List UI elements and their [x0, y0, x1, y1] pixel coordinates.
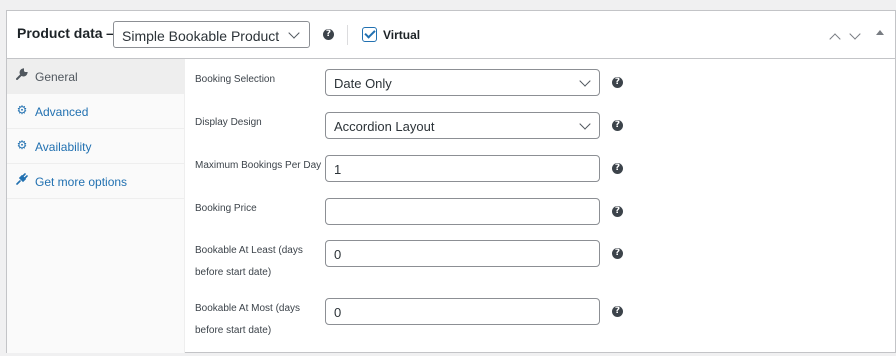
max-bookings-value: 1: [334, 162, 342, 177]
booking-price-input[interactable]: [325, 198, 600, 225]
help-icon[interactable]: ?: [612, 248, 623, 259]
bookable-least-value: 0: [334, 247, 342, 262]
display-design-select[interactable]: Accordion Layout: [325, 112, 600, 139]
product-type-select[interactable]: Simple Bookable Product: [113, 21, 310, 48]
display-design-label: Display Design: [195, 117, 262, 128]
help-icon[interactable]: ?: [612, 163, 623, 174]
move-up-icon[interactable]: [829, 33, 841, 45]
help-icon[interactable]: ?: [612, 306, 623, 317]
product-data-panel: Product data — Simple Bookable Product ?…: [6, 10, 896, 353]
display-design-value: Accordion Layout: [334, 119, 435, 134]
booking-selection-select[interactable]: Date Only: [325, 69, 600, 96]
virtual-checkbox[interactable]: [362, 27, 377, 42]
booking-selection-value: Date Only: [334, 76, 392, 91]
bookable-most-value: 0: [334, 305, 342, 320]
help-icon[interactable]: ?: [323, 29, 334, 40]
panel-header: Product data — Simple Bookable Product ?…: [7, 11, 895, 59]
tab-availability-label: Availability: [35, 140, 92, 154]
bookable-least-input[interactable]: 0: [325, 240, 600, 267]
chevron-down-icon: [579, 118, 591, 130]
tab-general[interactable]: General: [7, 59, 185, 94]
tab-general-label: General: [35, 70, 78, 84]
tab-get-more-options-label: Get more options: [35, 175, 128, 189]
move-down-icon[interactable]: [849, 28, 861, 40]
gear-icon: ⚙: [16, 138, 28, 152]
tab-get-more-options[interactable]: Get more options: [7, 164, 185, 199]
tab-advanced-label: Advanced: [35, 105, 89, 119]
booking-selection-label: Booking Selection: [195, 74, 276, 85]
panel-title: Product data —: [17, 25, 121, 41]
bookable-least-label-line1: Bookable At Least (days: [195, 245, 303, 256]
bookable-most-label-line2: before start date): [195, 325, 272, 336]
bookable-most-input[interactable]: 0: [325, 298, 600, 325]
product-type-value: Simple Bookable Product: [122, 28, 280, 44]
virtual-label[interactable]: Virtual: [383, 28, 420, 42]
max-bookings-label: Maximum Bookings Per Day: [195, 160, 322, 171]
wrench-icon: [15, 68, 29, 82]
max-bookings-input[interactable]: 1: [325, 155, 600, 182]
help-icon[interactable]: ?: [612, 77, 623, 88]
chevron-down-icon: [579, 75, 591, 87]
tab-advanced[interactable]: ⚙ Advanced: [7, 94, 185, 129]
toggle-panel-icon[interactable]: [876, 30, 884, 35]
product-data-tabs: General ⚙ Advanced ⚙ Availability Get mo…: [7, 59, 185, 353]
help-icon[interactable]: ?: [612, 120, 623, 131]
chevron-down-icon: [288, 27, 300, 39]
divider: [347, 25, 348, 45]
plug-icon: [15, 173, 29, 187]
tab-availability[interactable]: ⚙ Availability: [7, 129, 185, 164]
gear-icon: ⚙: [16, 103, 28, 117]
booking-price-label: Booking Price: [195, 203, 257, 214]
help-icon[interactable]: ?: [612, 206, 623, 217]
bookable-most-label-line1: Bookable At Most (days: [195, 303, 301, 314]
bookable-least-label-line2: before start date): [195, 267, 272, 278]
